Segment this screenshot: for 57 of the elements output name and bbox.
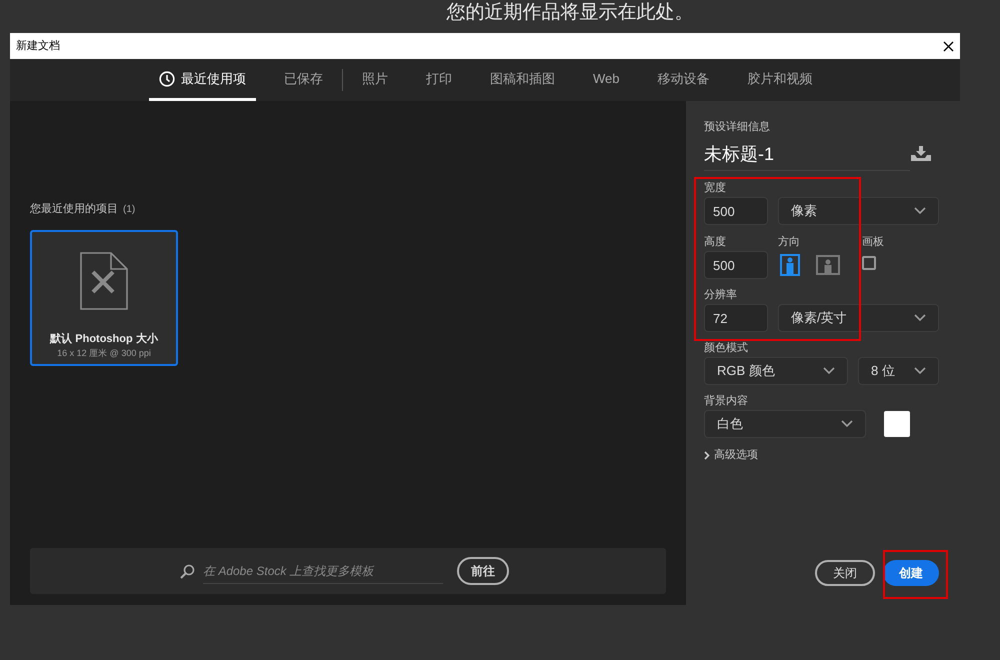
select-value: RGB 颜色 [717, 362, 775, 380]
advanced-options-toggle[interactable]: 高级选项 [704, 447, 758, 464]
category-tab[interactable]: 已保存 [274, 59, 333, 101]
chevron-down-icon [914, 314, 926, 322]
search-icon [180, 564, 195, 578]
field-label: 颜色模式 [704, 340, 749, 356]
item-count: (1) [123, 202, 136, 217]
field-label: 预设详细信息 [704, 120, 771, 135]
search-field[interactable]: 在 Adobe Stock 上查找更多模板 [203, 558, 443, 584]
number-field[interactable]: 72 [704, 304, 768, 332]
category-tab[interactable]: Web [583, 59, 630, 101]
field-label: 分辨率 [704, 288, 738, 303]
category-tab[interactable]: 打印 [416, 59, 462, 101]
category-tab[interactable]: 图稿和插图 [480, 59, 565, 101]
preset-spec: 16 x 12 厘米 @ 300 ppi [57, 347, 151, 360]
select-value: 像素/英寸 [791, 309, 847, 328]
preset-card[interactable]: 默认 Photoshop 大小 16 x 12 厘米 @ 300 ppi [30, 230, 178, 366]
document-name[interactable]: 未标题-1 [704, 141, 774, 168]
field-label: 背景内容 [704, 394, 749, 409]
category-tab[interactable]: 照片 [352, 59, 398, 101]
field-label: 高度 [704, 234, 727, 250]
unit-select[interactable]: 像素/英寸 [778, 304, 939, 332]
number-field[interactable]: 500 [704, 251, 768, 279]
save-preset-icon[interactable] [911, 146, 931, 161]
section-heading: 您最近使用的项目 [30, 202, 118, 217]
number-field[interactable]: 500 [704, 197, 768, 225]
annotation-box [883, 550, 948, 599]
artboard-checkbox[interactable] [862, 256, 876, 270]
unit-select[interactable]: 像素 [778, 197, 939, 225]
category-tab[interactable]: 移动设备 [648, 59, 720, 101]
bit-depth-select[interactable]: 8 位 [858, 357, 939, 385]
create-button[interactable]: 创建 [883, 560, 939, 586]
category-tab[interactable]: 胶片和视频 [738, 59, 822, 101]
chevron-down-icon [914, 367, 926, 375]
chevron-down-icon [841, 420, 853, 428]
close-button[interactable]: 关闭 [815, 560, 875, 586]
preset-name: 默认 Photoshop 大小 [50, 332, 158, 346]
document-icon [80, 252, 128, 310]
select-value: 像素 [791, 202, 817, 220]
chevron-down-icon [914, 207, 926, 215]
chevron-right-icon [704, 450, 710, 460]
page-headline: 您的近期作品将显示在此处。 [446, 1, 694, 25]
dialog-title: 新建文档 [16, 38, 60, 54]
select-value: 8 位 [871, 362, 895, 380]
landscape-icon[interactable] [816, 254, 840, 276]
select-value: 白色 [717, 415, 743, 434]
field-label: 画板 [862, 235, 884, 250]
field-label: 方向 [778, 234, 801, 250]
color-swatch[interactable] [884, 411, 910, 437]
close-icon[interactable] [943, 40, 954, 52]
go-button[interactable]: 前往 [457, 557, 509, 585]
background-select[interactable]: 白色 [704, 410, 866, 438]
color-mode-select[interactable]: RGB 颜色 [704, 357, 848, 385]
portrait-icon[interactable] [778, 254, 802, 276]
clock-icon [159, 70, 175, 86]
field-label: 宽度 [704, 180, 727, 196]
chevron-down-icon [823, 367, 835, 375]
